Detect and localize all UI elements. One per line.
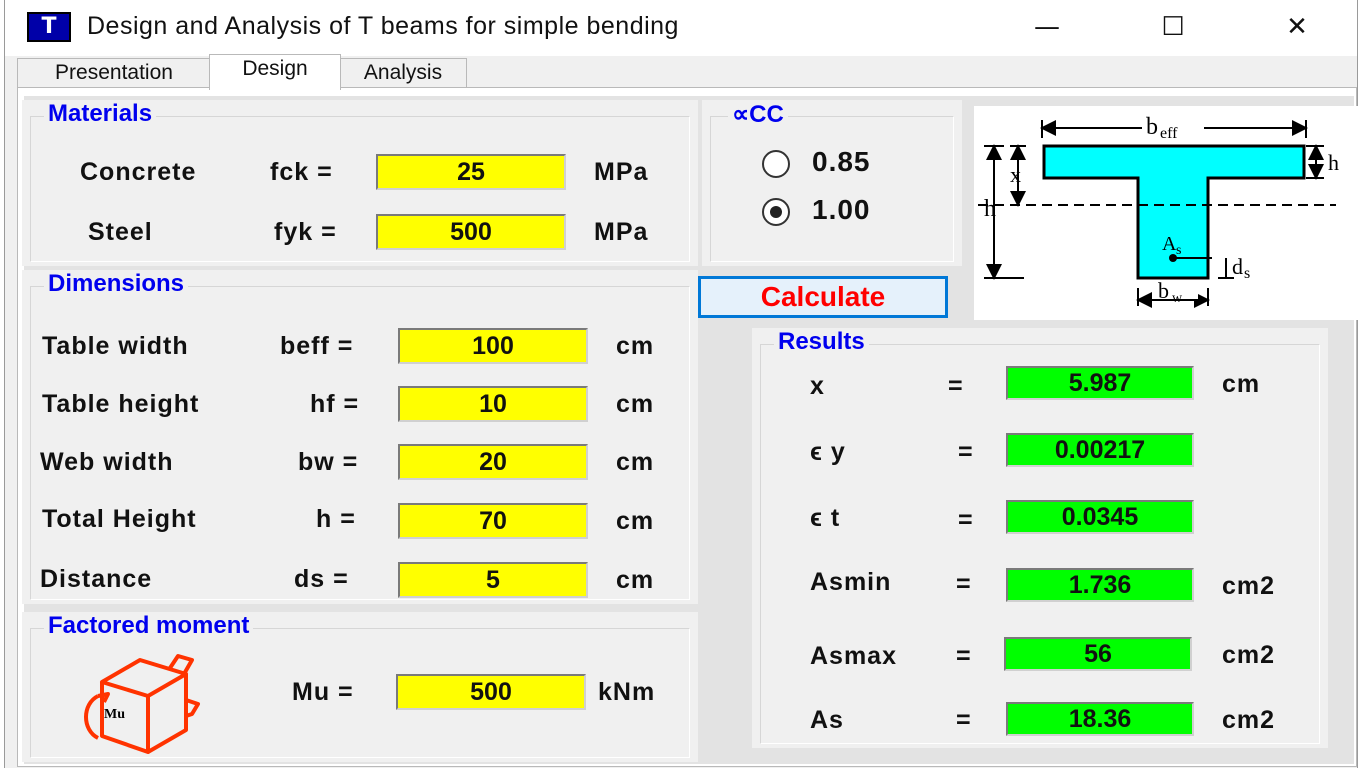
alpha-cc-legend: ∝CC: [728, 100, 788, 129]
hf-unit: cm: [616, 390, 655, 418]
result-epsilon-t-eq: =: [958, 506, 974, 534]
svg-text:x: x: [1010, 162, 1021, 187]
alpha-cc-panel: ∝CC 0.85 1.00: [702, 100, 962, 266]
mu-symbol: Mu =: [292, 678, 354, 706]
moment-icon: Mu: [74, 644, 214, 754]
fck-symbol: fck =: [270, 158, 333, 186]
mu-unit: kNm: [598, 678, 656, 706]
fyk-unit: MPa: [594, 218, 649, 246]
steel-label: Steel: [88, 218, 153, 246]
calculate-button[interactable]: Calculate: [698, 276, 948, 318]
hf-input[interactable]: 10: [398, 386, 588, 422]
alpha-100-label: 1.00: [812, 194, 871, 225]
result-asmax-output: 56: [1004, 637, 1192, 671]
alpha-085-radio[interactable]: 0.85: [762, 146, 972, 182]
result-asmin-unit: cm2: [1222, 572, 1276, 600]
tab-presentation[interactable]: Presentation: [17, 58, 211, 88]
result-asmin-label: Asmin: [810, 568, 892, 596]
svg-text:w: w: [1172, 291, 1183, 306]
tab-analysis[interactable]: Analysis: [339, 58, 467, 88]
h-input[interactable]: 70: [398, 503, 588, 539]
total-height-label: Total Height: [42, 505, 197, 533]
svg-text:s: s: [1244, 265, 1250, 282]
result-as-label: As: [810, 706, 844, 734]
result-epsilon-t-label: ϵ t: [810, 504, 841, 532]
results-panel: Results x = 5.987 cm ϵ y = 0.00217 ϵ t =…: [752, 328, 1328, 748]
tab-design[interactable]: Design: [209, 54, 341, 90]
svg-text:Mu: Mu: [104, 707, 125, 722]
result-x-unit: cm: [1222, 370, 1261, 398]
radio-circle-icon: [762, 150, 790, 178]
svg-text:b: b: [1146, 114, 1158, 140]
bw-input[interactable]: 20: [398, 444, 588, 480]
fck-input[interactable]: 25: [376, 154, 566, 190]
factored-moment-panel: Factored moment Mu Mu = 500 kNm: [22, 612, 698, 762]
title-bar: T Design and Analysis of T beams for sim…: [5, 0, 1357, 56]
svg-text:eff: eff: [1160, 125, 1178, 142]
result-epsilon-t-output: 0.0345: [1006, 500, 1194, 534]
svg-text:d: d: [1232, 254, 1243, 279]
result-x-label: x: [810, 372, 825, 400]
materials-legend: Materials: [44, 100, 157, 128]
alpha-085-label: 0.85: [812, 146, 871, 177]
result-epsilon-y-eq: =: [958, 438, 974, 466]
dimensions-legend: Dimensions: [44, 270, 189, 298]
h-symbol: h =: [316, 505, 356, 533]
result-asmax-eq: =: [956, 642, 972, 670]
mu-input[interactable]: 500: [396, 674, 586, 710]
beff-input[interactable]: 100: [398, 328, 588, 364]
dimensions-panel: Dimensions Table width beff = 100 cm Tab…: [22, 270, 698, 604]
result-x-eq: =: [948, 372, 964, 400]
svg-text:b: b: [1158, 278, 1169, 303]
result-epsilon-y-label: ϵ y: [810, 438, 846, 466]
alpha-100-radio[interactable]: 1.00: [762, 194, 972, 230]
t-beam-diagram: b eff h x h A s d s b w: [974, 106, 1362, 320]
result-as-eq: =: [956, 706, 972, 734]
ds-symbol: ds =: [294, 565, 349, 593]
materials-panel: Materials Concrete fck = 25 MPa Steel fy…: [22, 100, 698, 266]
table-width-label: Table width: [42, 332, 189, 360]
svg-text:h: h: [984, 196, 996, 222]
minimize-button[interactable]: —: [1017, 6, 1077, 50]
results-legend: Results: [774, 328, 869, 356]
h-unit: cm: [616, 507, 655, 535]
tab-strip: Presentation Design Analysis: [5, 54, 1357, 90]
result-asmax-unit: cm2: [1222, 641, 1276, 669]
beff-symbol: beff =: [280, 332, 354, 360]
result-asmax-label: Asmax: [810, 642, 897, 670]
result-asmin-eq: =: [956, 570, 972, 598]
bw-unit: cm: [616, 448, 655, 476]
ds-input[interactable]: 5: [398, 562, 588, 598]
bw-symbol: bw =: [298, 448, 359, 476]
result-epsilon-y-output: 0.00217: [1006, 433, 1194, 467]
table-height-label: Table height: [42, 390, 200, 418]
t-beam-cross-section-icon: b eff h x h A s d s b w: [978, 114, 1339, 308]
result-as-output: 18.36: [1006, 702, 1194, 736]
svg-text:s: s: [1176, 243, 1181, 258]
ds-unit: cm: [616, 566, 655, 594]
app-icon: T: [27, 12, 71, 42]
svg-text:h: h: [1328, 150, 1339, 175]
distance-label: Distance: [40, 565, 153, 593]
fck-unit: MPa: [594, 158, 649, 186]
fyk-input[interactable]: 500: [376, 214, 566, 250]
window-title: Design and Analysis of T beams for simpl…: [87, 12, 679, 40]
factored-moment-legend: Factored moment: [44, 612, 254, 640]
result-x-output: 5.987: [1006, 366, 1194, 400]
maximize-button[interactable]: ☐: [1143, 6, 1203, 50]
close-button[interactable]: ✕: [1267, 6, 1327, 50]
radio-selected-icon: [762, 198, 790, 226]
beff-unit: cm: [616, 332, 655, 360]
web-width-label: Web width: [40, 448, 174, 476]
result-asmin-output: 1.736: [1006, 568, 1194, 602]
concrete-label: Concrete: [80, 158, 197, 186]
svg-text:A: A: [1162, 233, 1177, 255]
result-as-unit: cm2: [1222, 706, 1276, 734]
fyk-symbol: fyk =: [274, 218, 337, 246]
hf-symbol: hf =: [310, 390, 360, 418]
